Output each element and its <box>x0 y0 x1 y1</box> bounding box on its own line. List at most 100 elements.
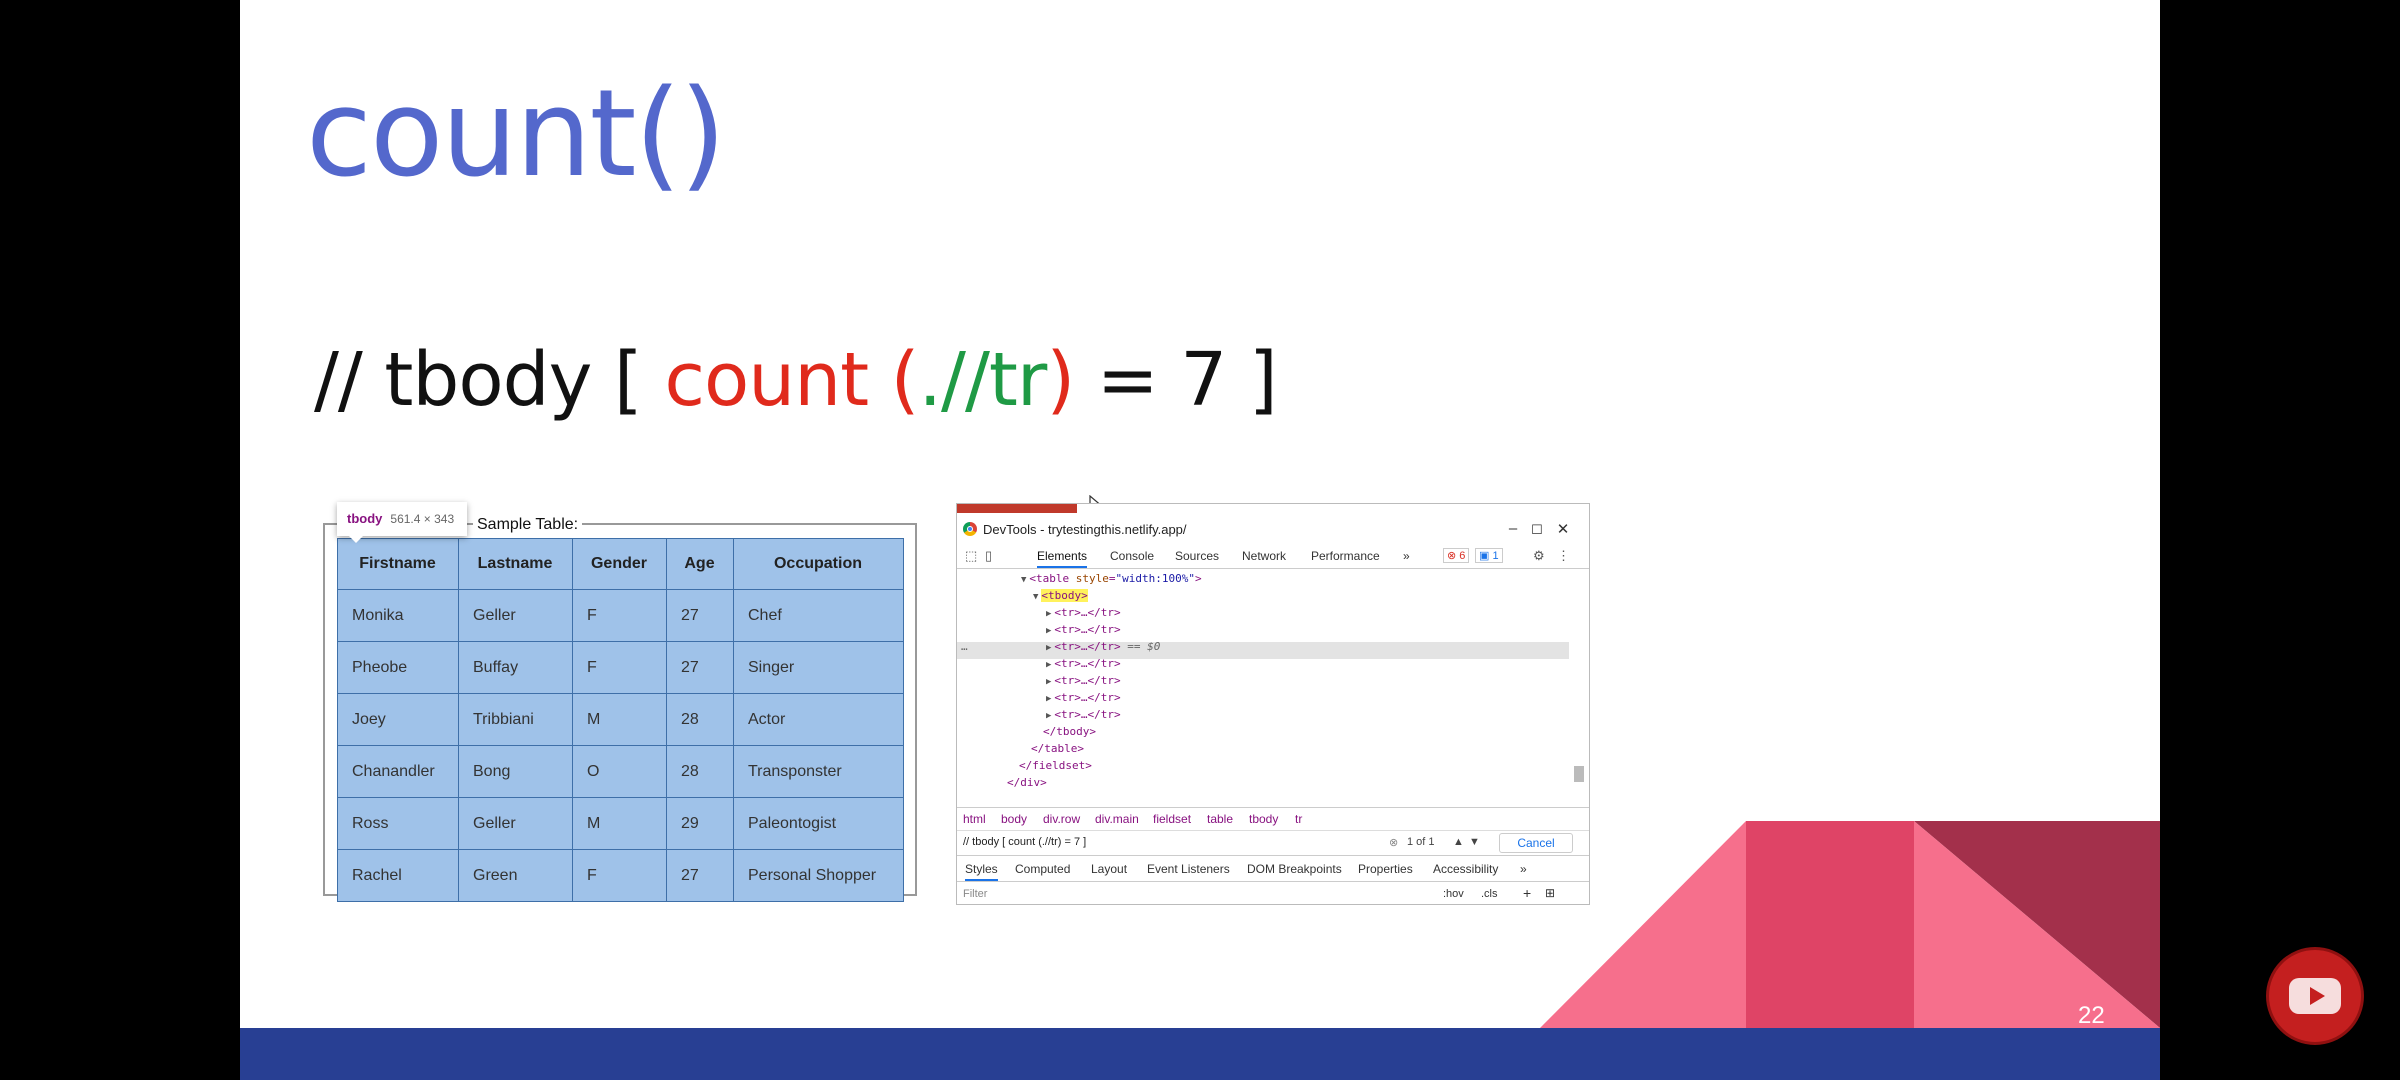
devtools-titlebar: DevTools - trytestingthis.netlify.app/ –… <box>957 518 1589 542</box>
more-panel-tabs-button[interactable]: » <box>1520 862 1527 876</box>
youtube-icon[interactable] <box>2266 947 2364 1045</box>
cell-lastname: Tribbiani <box>458 693 573 746</box>
tab-dom-breakpoints[interactable]: DOM Breakpoints <box>1247 862 1342 876</box>
message-count: 1 <box>1492 550 1499 562</box>
dom-node-table[interactable]: ▼ <table style="width:100%"> <box>1021 570 1202 587</box>
header-lastname: Lastname <box>458 538 573 590</box>
tab-sources[interactable]: Sources <box>1175 549 1219 563</box>
dom-node-tr-selected[interactable]: ▶ <tr>…</tr> == $0 <box>1046 638 1160 655</box>
toggle-sidebar-icon[interactable]: ⊞ <box>1545 886 1555 900</box>
window-top-strip <box>957 504 1077 513</box>
fieldset-legend: Sample Table: <box>473 513 583 537</box>
maximize-button[interactable]: ☐ <box>1527 522 1547 538</box>
cell-occupation: Transponster <box>733 745 904 798</box>
crumb-fieldset[interactable]: fieldset <box>1153 812 1191 826</box>
dom-node-tr[interactable]: ▶ <tr>…</tr> <box>1046 706 1121 723</box>
next-match-icon[interactable]: ▼ <box>1469 836 1480 848</box>
cell-occupation: Actor <box>733 693 904 746</box>
dom-row-ellipsis: … <box>961 640 968 653</box>
slide-footer-bar <box>240 1028 2160 1080</box>
dom-tree: ▼ <table style="width:100%"> ▼ <tbody> ▶ <t… <box>957 570 1569 805</box>
cell-age: 27 <box>666 849 734 902</box>
previous-match-icon[interactable]: ▲ <box>1453 836 1464 848</box>
tab-accessibility[interactable]: Accessibility <box>1433 862 1498 876</box>
crumb-body[interactable]: body <box>1001 812 1027 826</box>
cell-age: 28 <box>666 745 734 798</box>
error-count-badge[interactable]: ⊗ 6 <box>1443 548 1470 563</box>
header-occupation: Occupation <box>733 538 904 590</box>
dom-node-tr[interactable]: ▶ <tr>…</tr> <box>1046 672 1121 689</box>
add-rule-icon[interactable]: + <box>1523 885 1531 901</box>
dom-node-fieldset-close[interactable]: </fieldset> <box>1019 757 1092 774</box>
tab-console[interactable]: Console <box>1110 549 1154 563</box>
cell-age: 27 <box>666 589 734 642</box>
cancel-button[interactable]: Cancel <box>1499 833 1573 853</box>
cell-firstname: Joey <box>337 693 459 746</box>
cell-lastname: Geller <box>458 797 573 850</box>
dom-node-tr[interactable]: ▶ <tr>…</tr> <box>1046 689 1121 706</box>
cell-age: 28 <box>666 693 734 746</box>
tab-styles[interactable]: Styles <box>965 862 998 881</box>
tooltip-tag: tbody <box>347 511 383 526</box>
dom-node-tr[interactable]: ▶ <tr>…</tr> <box>1046 655 1121 672</box>
crumb-div-main[interactable]: div.main <box>1095 812 1139 826</box>
tbody-highlight: <tbody> <box>1041 589 1088 602</box>
clear-search-icon[interactable]: ⊗ <box>1389 836 1398 849</box>
tab-network[interactable]: Network <box>1242 549 1286 563</box>
cell-lastname: Green <box>458 849 573 902</box>
styles-filter-input[interactable]: Filter <box>963 888 987 900</box>
tab-layout[interactable]: Layout <box>1091 862 1127 876</box>
presentation-slide: count() // tbody [ count (.//tr) = 7 ] S… <box>240 0 2160 1080</box>
elements-search-bar: // tbody [ count (.//tr) = 7 ] ⊗ 1 of 1 … <box>957 831 1589 856</box>
dom-node-div-close[interactable]: </div> <box>1007 774 1047 791</box>
search-input[interactable]: // tbody [ count (.//tr) = 7 ] <box>963 836 1086 848</box>
slide-page-number: 22 <box>2078 1002 2105 1029</box>
minimize-button[interactable]: – <box>1503 520 1523 537</box>
more-options-icon[interactable]: ⋮ <box>1557 548 1570 564</box>
cell-firstname: Pheobe <box>337 641 459 694</box>
hov-toggle[interactable]: :hov <box>1443 888 1464 900</box>
table-row: Chanandler Bong O 28 Transponster <box>337 745 904 798</box>
cell-firstname: Chanandler <box>337 745 459 798</box>
dom-node-table-close[interactable]: </table> <box>1031 740 1084 757</box>
dom-node-tr[interactable]: ▶ <tr>…</tr> <box>1046 604 1121 621</box>
cell-lastname: Bong <box>458 745 573 798</box>
more-tabs-button[interactable]: » <box>1403 549 1410 563</box>
dom-node-tbody[interactable]: ▼ <tbody> <box>1033 587 1088 604</box>
dom-node-tbody-close[interactable]: </tbody> <box>1043 723 1096 740</box>
settings-gear-icon[interactable]: ⚙ <box>1533 548 1545 564</box>
close-button[interactable]: ✕ <box>1553 520 1573 538</box>
cell-firstname: Ross <box>337 797 459 850</box>
crumb-tbody[interactable]: tbody <box>1249 812 1278 826</box>
crumb-html[interactable]: html <box>963 812 986 826</box>
dom-scrollbar-thumb[interactable] <box>1574 766 1584 782</box>
crumb-table[interactable]: table <box>1207 812 1233 826</box>
tab-elements[interactable]: Elements <box>1037 549 1088 568</box>
tab-computed[interactable]: Computed <box>1015 862 1070 876</box>
error-icon: ⊗ <box>1447 550 1457 562</box>
tooltip-dimensions: 561.4 × 343 <box>390 512 455 526</box>
error-count: 6 <box>1459 550 1466 562</box>
tab-event-listeners[interactable]: Event Listeners <box>1147 862 1230 876</box>
header-age: Age <box>666 538 734 590</box>
tab-properties[interactable]: Properties <box>1358 862 1413 876</box>
breadcrumb: html body div.row div.main fieldset tabl… <box>957 807 1589 831</box>
cell-gender: F <box>572 849 667 902</box>
cell-gender: M <box>572 693 667 746</box>
tab-performance[interactable]: Performance <box>1311 549 1380 563</box>
inspect-element-icon[interactable]: ⬚ <box>965 548 977 564</box>
crumb-tr[interactable]: tr <box>1295 812 1302 826</box>
devtools-window: DevTools - trytestingthis.netlify.app/ –… <box>956 503 1590 905</box>
dom-node-tr[interactable]: ▶ <tr>…</tr> <box>1046 621 1121 638</box>
message-count-badge[interactable]: ▣ 1 <box>1475 548 1503 563</box>
device-toolbar-icon[interactable]: ▯ <box>985 548 992 564</box>
table-header-row: Firstname Lastname Gender Age Occupation <box>337 538 904 590</box>
table-row: Joey Tribbiani M 28 Actor <box>337 693 904 746</box>
cls-toggle[interactable]: .cls <box>1481 888 1498 900</box>
table-row: Ross Geller M 29 Paleontogist <box>337 797 904 850</box>
table-row: Rachel Green F 27 Personal Shopper <box>337 849 904 902</box>
cell-age: 27 <box>666 641 734 694</box>
crumb-div-row[interactable]: div.row <box>1043 812 1080 826</box>
cell-gender: F <box>572 589 667 642</box>
dom-scrollbar[interactable] <box>1575 572 1585 798</box>
